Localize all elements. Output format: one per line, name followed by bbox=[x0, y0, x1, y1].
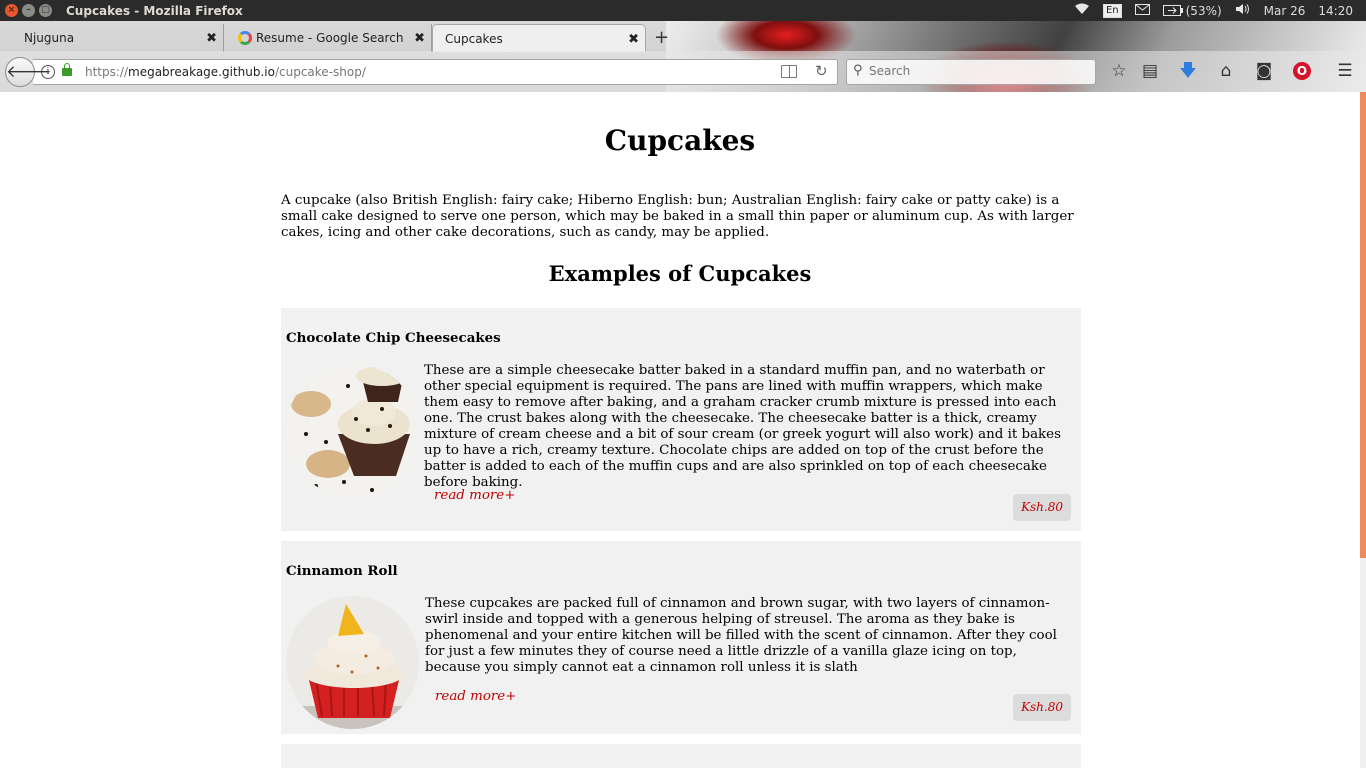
cupcake-card bbox=[281, 744, 1081, 768]
navigation-toolbar: i https://megabreakage.github.io/cupcake… bbox=[0, 51, 1366, 92]
cupcake-card: Cinnamon Roll These cupcakes are packed … bbox=[281, 541, 1081, 734]
window-maximize-button[interactable]: □ bbox=[39, 4, 52, 17]
cupcake-image-chocolate-chip bbox=[286, 364, 419, 497]
read-more-link[interactable]: read more+ bbox=[435, 689, 516, 704]
tab-close-icon[interactable]: ✖ bbox=[206, 31, 217, 46]
tab-njuguna[interactable]: Njuguna ✖ bbox=[0, 24, 224, 52]
cupcake-description: These cupcakes are packed full of cinnam… bbox=[425, 596, 1057, 675]
window-minimize-button[interactable]: – bbox=[22, 4, 35, 17]
google-favicon-icon bbox=[238, 31, 252, 45]
tab-cupcakes[interactable]: Cupcakes ✖ bbox=[432, 24, 646, 52]
download-arrow-icon[interactable]: 🡇 bbox=[1177, 60, 1199, 82]
search-input[interactable] bbox=[869, 64, 1089, 78]
cupcake-image-cinnamon-roll bbox=[286, 596, 419, 729]
window-close-button[interactable]: × bbox=[5, 4, 18, 17]
search-bar[interactable]: ⚲ bbox=[846, 59, 1096, 85]
keyboard-layout-indicator[interactable]: En bbox=[1102, 3, 1122, 18]
cupcake-card: Chocolate Chip Cheesecakes These are a s… bbox=[281, 308, 1081, 531]
url-prefix: https:// bbox=[85, 65, 129, 79]
battery-indicator[interactable]: (53%) bbox=[1162, 3, 1222, 18]
intro-paragraph: A cupcake (also British English: fairy c… bbox=[281, 193, 1074, 240]
tab-label: Cupcakes bbox=[445, 31, 503, 46]
pocket-icon[interactable]: ◙ bbox=[1253, 60, 1275, 82]
window-title: Cupcakes - Mozilla Firefox bbox=[66, 3, 243, 18]
hamburger-menu-icon[interactable]: ☰ bbox=[1334, 60, 1356, 82]
tab-resume-google-search[interactable]: Resume - Google Search ✖ bbox=[232, 24, 432, 52]
examples-heading: Examples of Cupcakes bbox=[548, 261, 812, 286]
browser-chrome: Njuguna ✖ Resume - Google Search ✖ Cupca… bbox=[0, 21, 1366, 92]
home-icon[interactable]: ⌂ bbox=[1215, 60, 1237, 82]
mail-icon[interactable] bbox=[1134, 3, 1150, 18]
search-icon: ⚲ bbox=[853, 63, 863, 78]
read-more-link[interactable]: read more+ bbox=[434, 488, 515, 503]
bookmarks-menu-icon[interactable]: ▤ bbox=[1139, 60, 1161, 82]
system-tray: En (53%) Mar 26 14:20 bbox=[1074, 0, 1366, 21]
battery-icon bbox=[1162, 5, 1183, 16]
bookmark-star-icon[interactable]: ☆ bbox=[1108, 60, 1130, 82]
reader-view-icon[interactable] bbox=[781, 65, 797, 78]
page-title: Cupcakes bbox=[604, 124, 756, 157]
extension-o-icon[interactable]: O bbox=[1293, 62, 1311, 80]
price-badge: Ksh.80 bbox=[1013, 494, 1071, 521]
volume-icon[interactable] bbox=[1235, 3, 1251, 18]
new-tab-plus-icon[interactable]: + bbox=[654, 27, 669, 48]
tab-strip: Njuguna ✖ Resume - Google Search ✖ Cupca… bbox=[0, 21, 700, 52]
url-host: megabreakage.github.io bbox=[128, 65, 275, 79]
system-top-bar: × – □ Cupcakes - Mozilla Firefox En (53%… bbox=[0, 0, 1366, 21]
wifi-icon[interactable] bbox=[1074, 3, 1090, 18]
date-text[interactable]: Mar 26 bbox=[1264, 4, 1306, 18]
url-path: /cupcake-shop/ bbox=[274, 65, 366, 79]
battery-percentage: (53%) bbox=[1185, 3, 1222, 18]
price-badge: Ksh.80 bbox=[1013, 694, 1071, 721]
cupcake-name: Cinnamon Roll bbox=[286, 563, 398, 579]
tab-close-icon[interactable]: ✖ bbox=[628, 32, 639, 47]
page-content: Cupcakes A cupcake (also British English… bbox=[0, 92, 1360, 768]
back-arrow-icon[interactable]: 🡐 bbox=[5, 57, 52, 87]
cupcake-description: These are a simple cheesecake batter bak… bbox=[424, 363, 1061, 490]
url-text[interactable]: https://megabreakage.github.io/cupcake-s… bbox=[85, 65, 366, 79]
reload-icon[interactable]: ↻ bbox=[815, 62, 828, 80]
lock-icon[interactable] bbox=[62, 63, 72, 76]
tab-label: Resume - Google Search bbox=[256, 31, 404, 45]
clock-text[interactable]: 14:20 bbox=[1318, 4, 1353, 18]
window-controls: × – □ bbox=[5, 4, 52, 17]
url-bar[interactable]: i https://megabreakage.github.io/cupcake… bbox=[33, 59, 838, 85]
cupcake-name: Chocolate Chip Cheesecakes bbox=[286, 330, 501, 346]
tab-label: Njuguna bbox=[24, 31, 75, 45]
scrollbar-thumb[interactable] bbox=[1360, 92, 1366, 558]
tab-close-icon[interactable]: ✖ bbox=[414, 31, 425, 46]
